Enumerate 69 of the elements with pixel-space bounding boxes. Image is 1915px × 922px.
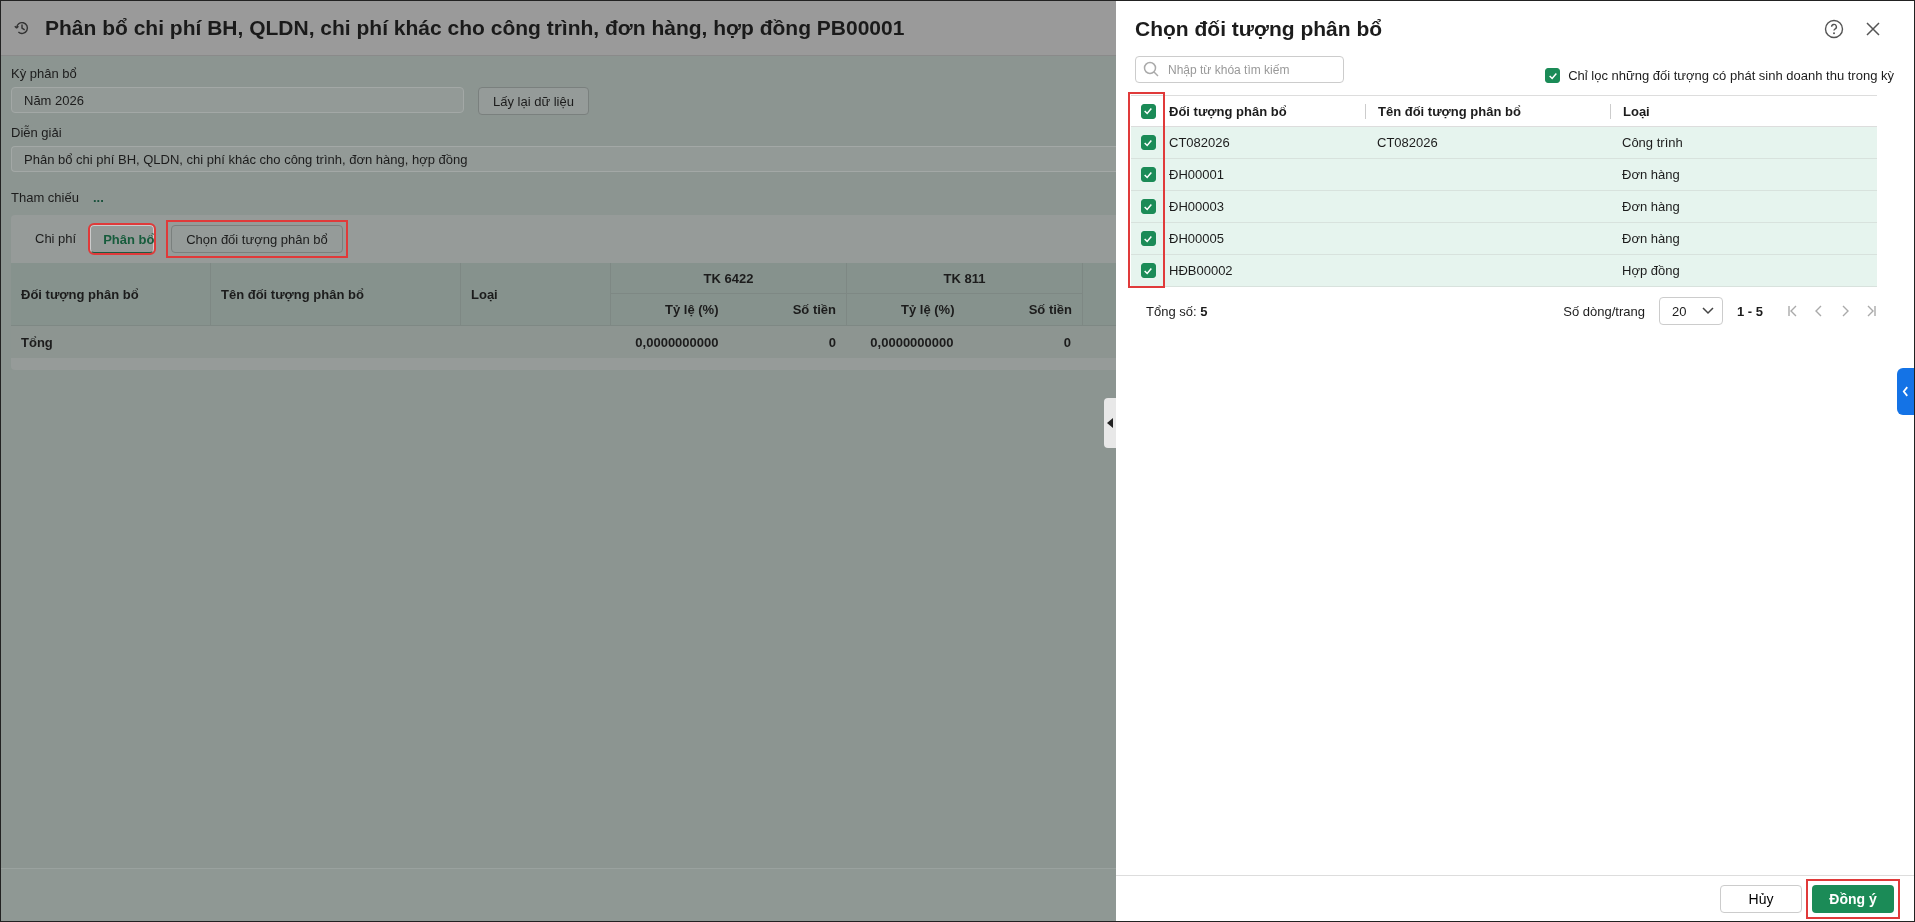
table-cell: HĐB00002 <box>1169 263 1233 278</box>
column-header: TK 811 <box>847 263 1082 294</box>
table-cell: Đơn hàng <box>1622 199 1680 214</box>
column-header: Loại <box>461 263 611 325</box>
table-cell-text: 0 <box>827 334 837 350</box>
check-icon <box>1143 201 1153 212</box>
filter-label: Chỉ lọc những đối tượng có phát sinh doanh thu trong kỳ <box>1568 68 1894 83</box>
table-cell: ĐH00005 <box>1169 231 1224 246</box>
reference-link[interactable]: ... <box>92 190 104 205</box>
column-header: Số tiền <box>791 301 837 319</box>
page-size-label: Số dòng/trang <box>1563 303 1645 319</box>
table-cell: ĐH00001 <box>1169 167 1224 182</box>
table-cell: Đơn hàng <box>1622 231 1680 246</box>
column-header: Đối tượng phân bổ <box>11 263 211 325</box>
row-checkbox[interactable] <box>1140 167 1156 182</box>
confirm-button[interactable]: Đồng ý <box>1812 884 1894 913</box>
page-size-select[interactable]: 20 <box>1659 297 1723 325</box>
table-cell: Đơn hàng <box>1622 167 1680 182</box>
column-header: Tỷ lệ (%) <box>664 301 720 319</box>
select-all-checkbox[interactable] <box>1140 103 1156 119</box>
column-header: Tên đối tượng phân bổ <box>211 263 461 325</box>
side-panel-tab[interactable] <box>1897 368 1914 415</box>
column-header: Loại <box>1623 103 1650 119</box>
table-cell-text: 0,0000000000 <box>634 334 720 350</box>
table-cell: ĐH00003 <box>1169 199 1224 214</box>
check-icon <box>1143 106 1153 116</box>
field-label: Diễn giải <box>11 125 63 140</box>
table-cell: Hợp đồng <box>1622 263 1680 278</box>
table-cell: Công trình <box>1622 135 1683 150</box>
check-icon <box>1143 233 1153 244</box>
dialog-title: Chọn đối tượng phân bổ <box>1135 17 1384 41</box>
check-icon <box>1547 70 1558 81</box>
period-field[interactable]: Năm 2026 <box>11 87 464 113</box>
caret-left-icon <box>1107 418 1113 428</box>
tab[interactable]: Chi phí <box>27 224 85 254</box>
row-checkbox[interactable] <box>1140 231 1156 246</box>
description-field[interactable]: Phân bổ chi phí BH, QLDN, chi phí khác cho công trình, đơn hàng, hợp đồng <box>11 146 1116 172</box>
row-checkbox[interactable] <box>1140 135 1156 150</box>
column-header: Tỷ lệ (%) <box>900 301 956 319</box>
field-label: Kỳ phân bổ <box>11 66 78 81</box>
close-icon[interactable] <box>1866 22 1880 36</box>
collapse-handle[interactable] <box>1104 398 1116 448</box>
table-cell-text: 0,0000000000 <box>869 334 955 350</box>
chevron-left-icon <box>1902 386 1909 397</box>
check-icon <box>1143 169 1153 180</box>
column-header: TK 6422 <box>611 263 846 294</box>
page-title: Phân bổ chi phí BH, QLDN, chi phí khác cho công trình, đơn hàng, hợp đồng PB00001 <box>45 16 905 40</box>
total-count: Tổng số: 5 <box>1146 303 1208 319</box>
check-icon <box>1143 265 1153 276</box>
search-field[interactable]: Nhập từ khóa tìm kiếm <box>1135 56 1344 83</box>
table-cell-text: 0 <box>1062 334 1072 350</box>
column-header: Số tiền <box>1027 301 1073 319</box>
table-cell-text: Tổng <box>20 334 54 350</box>
reload-button[interactable]: Lấy lại dữ liệu <box>478 87 589 115</box>
table-cell: CT082026 <box>1169 135 1230 150</box>
table-cell: CT082026 <box>1377 135 1438 150</box>
reference-label: Tham chiếu <box>11 190 79 205</box>
cancel-button[interactable]: Hủy <box>1720 884 1802 913</box>
page-range: 1 - 5 <box>1737 303 1763 319</box>
row-checkbox[interactable] <box>1140 199 1156 214</box>
history-icon[interactable] <box>13 19 31 37</box>
help-icon[interactable] <box>1824 19 1844 39</box>
filter-checkbox[interactable] <box>1545 68 1561 83</box>
column-header: Đối tượng phân bổ <box>1169 103 1287 119</box>
check-icon <box>1143 137 1153 148</box>
row-checkbox[interactable] <box>1140 263 1156 278</box>
chevron-down-icon <box>1702 307 1714 315</box>
choose-objects-button[interactable]: Chọn đối tượng phân bổ <box>171 225 343 253</box>
column-header: Tên đối tượng phân bổ <box>1378 103 1521 119</box>
